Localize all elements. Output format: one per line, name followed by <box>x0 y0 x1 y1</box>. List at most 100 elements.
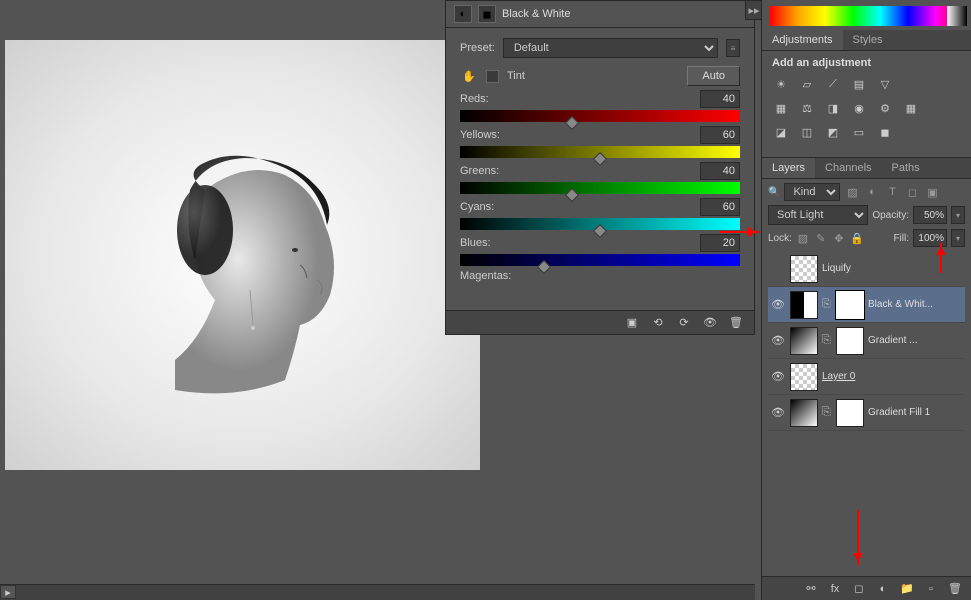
cyans-label: Cyans: <box>460 201 494 213</box>
layer-row[interactable]: 👁 ⎘ Black & Whit... <box>768 287 965 323</box>
lock-position-icon[interactable]: ✥ <box>832 231 846 245</box>
lock-all-icon[interactable]: 🔒 <box>850 231 864 245</box>
link-layers-icon[interactable]: ⚯ <box>803 581 819 597</box>
mask-thumbnail[interactable] <box>836 399 864 427</box>
opacity-input[interactable] <box>913 206 947 224</box>
mask-thumbnail[interactable] <box>836 291 864 319</box>
target-adjust-icon[interactable]: ✋ <box>460 67 478 85</box>
layer-row[interactable]: Liquify <box>768 251 965 287</box>
channel-mixer-icon[interactable]: ⚙ <box>876 99 894 117</box>
color-balance-icon[interactable]: ⚖ <box>798 99 816 117</box>
visibility-toggle[interactable]: 👁 <box>770 369 786 385</box>
preset-select[interactable]: Default <box>503 38 718 58</box>
layer-row[interactable]: 👁 ⎘ Gradient Fill 1 <box>768 395 965 431</box>
visibility-toggle[interactable]: 👁 <box>770 297 786 313</box>
cyans-slider[interactable] <box>460 218 740 230</box>
tint-checkbox[interactable] <box>486 70 499 83</box>
posterize-icon[interactable]: ◫ <box>798 123 816 141</box>
layer-name[interactable]: Gradient Fill 1 <box>868 407 963 418</box>
adjustments-tabs: Adjustments Styles <box>762 30 971 51</box>
layer-effects-icon[interactable]: fx <box>827 581 843 597</box>
link-icon: ⎘ <box>822 406 832 419</box>
brightness-icon[interactable]: ☀ <box>772 75 790 93</box>
hue-icon[interactable]: ▦ <box>772 99 790 117</box>
link-icon: ⎘ <box>822 298 832 311</box>
horizontal-scrollbar[interactable]: ▸ <box>0 584 755 600</box>
gradient-map-icon[interactable]: ▭ <box>850 123 868 141</box>
document-canvas[interactable] <box>5 40 480 470</box>
layer-name[interactable]: Black & Whit... <box>868 299 963 310</box>
new-adjustment-icon[interactable]: ◐ <box>875 581 891 597</box>
blues-slider[interactable] <box>460 254 740 266</box>
color-spectrum[interactable] <box>770 6 963 26</box>
add-mask-icon[interactable]: ◻ <box>851 581 867 597</box>
visibility-toggle[interactable]: 👁 <box>770 405 786 421</box>
adjustment-thumbnail[interactable] <box>790 399 818 427</box>
new-layer-icon[interactable]: ▫ <box>923 581 939 597</box>
tab-adjustments[interactable]: Adjustments <box>762 30 843 50</box>
cyans-input[interactable] <box>700 198 740 216</box>
annotation-arrow <box>720 231 760 233</box>
annotation-arrow <box>940 243 942 273</box>
visibility-toggle[interactable]: 👁 <box>770 333 786 349</box>
threshold-icon[interactable]: ◩ <box>824 123 842 141</box>
visibility-toggle[interactable] <box>770 261 786 277</box>
reset-icon[interactable]: ⟳ <box>676 315 692 331</box>
magentas-label: Magentas: <box>460 270 511 282</box>
blend-mode-select[interactable]: Soft Light <box>768 205 868 225</box>
greens-slider[interactable] <box>460 182 740 194</box>
kind-filter[interactable]: Kind <box>784 183 840 201</box>
lookup-icon[interactable]: ▦ <box>902 99 920 117</box>
preset-menu-icon[interactable]: ≡ <box>726 39 740 57</box>
properties-header: ◐ ◼ Black & White <box>446 1 754 28</box>
exposure-icon[interactable]: ▤ <box>850 75 868 93</box>
preset-label: Preset: <box>460 42 495 54</box>
new-group-icon[interactable]: 📁 <box>899 581 915 597</box>
layer-thumbnail[interactable] <box>790 255 818 283</box>
selective-color-icon[interactable]: ◼ <box>876 123 894 141</box>
layer-name[interactable]: Gradient ... <box>868 335 963 346</box>
vibrance-icon[interactable]: ▽ <box>876 75 894 93</box>
tab-channels[interactable]: Channels <box>815 158 881 178</box>
adjustment-thumbnail[interactable] <box>790 327 818 355</box>
opacity-dropdown-icon[interactable]: ▾ <box>951 206 965 224</box>
layer-row[interactable]: 👁 Layer 0 <box>768 359 965 395</box>
tab-layers[interactable]: Layers <box>762 158 815 178</box>
layer-row[interactable]: 👁 ⎘ Gradient ... <box>768 323 965 359</box>
previous-state-icon[interactable]: ⟲ <box>650 315 666 331</box>
layer-name[interactable]: Layer 0 <box>822 371 963 382</box>
auto-button[interactable]: Auto <box>687 66 740 86</box>
filter-type-icon[interactable]: T <box>884 184 900 200</box>
levels-icon[interactable]: ▱ <box>798 75 816 93</box>
reds-slider[interactable] <box>460 110 740 122</box>
clip-to-layer-icon[interactable]: ▣ <box>624 315 640 331</box>
yellows-slider[interactable] <box>460 146 740 158</box>
yellows-label: Yellows: <box>460 129 500 141</box>
mask-thumbnail[interactable] <box>836 327 864 355</box>
lock-transparency-icon[interactable]: ▨ <box>796 231 810 245</box>
curves-icon[interactable]: ⟋ <box>824 75 842 93</box>
tab-styles[interactable]: Styles <box>843 30 893 50</box>
filter-adjustment-icon[interactable]: ◐ <box>864 184 880 200</box>
filter-shape-icon[interactable]: ◻ <box>904 184 920 200</box>
tab-paths[interactable]: Paths <box>882 158 930 178</box>
portrait-image <box>145 150 365 400</box>
lock-label: Lock: <box>768 233 792 244</box>
yellows-input[interactable] <box>700 126 740 144</box>
blues-input[interactable] <box>700 234 740 252</box>
photo-filter-icon[interactable]: ◉ <box>850 99 868 117</box>
delete-icon[interactable]: 🗑 <box>728 315 744 331</box>
layer-thumbnail[interactable] <box>790 363 818 391</box>
filter-smart-icon[interactable]: ▣ <box>924 184 940 200</box>
lock-pixels-icon[interactable]: ✎ <box>814 231 828 245</box>
delete-layer-icon[interactable]: 🗑 <box>947 581 963 597</box>
invert-icon[interactable]: ◪ <box>772 123 790 141</box>
scroll-left-icon[interactable]: ▸ <box>0 585 16 599</box>
greens-input[interactable] <box>700 162 740 180</box>
visibility-icon[interactable]: 👁 <box>702 315 718 331</box>
fill-dropdown-icon[interactable]: ▾ <box>951 229 965 247</box>
adjustment-thumbnail[interactable] <box>790 291 818 319</box>
filter-pixel-icon[interactable]: ▨ <box>844 184 860 200</box>
reds-input[interactable] <box>700 90 740 108</box>
bw-icon[interactable]: ◨ <box>824 99 842 117</box>
